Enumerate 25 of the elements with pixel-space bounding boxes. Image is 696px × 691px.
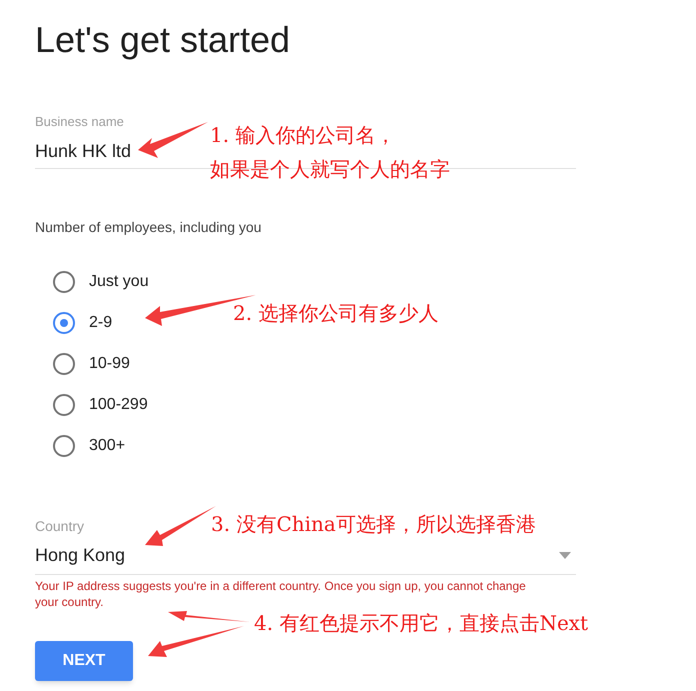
annotation-arrow (138, 122, 208, 158)
annotation-text: 3. 没有China可选择，所以选择香港 (211, 511, 536, 538)
radio-button[interactable] (53, 353, 75, 375)
radio-button[interactable] (53, 435, 75, 457)
next-button[interactable]: NEXT (35, 641, 133, 681)
field-label: Country (35, 518, 84, 534)
annotation-text: 2. 选择你公司有多少人 (233, 300, 438, 327)
page-title: Let's get started (35, 18, 290, 62)
radio-button[interactable] (53, 271, 75, 293)
radio-label: 2-9 (89, 313, 112, 333)
error-message: Your IP address suggests you're in a different country. Once you sign up, you cannot change your country. (35, 578, 527, 610)
field-label: Business name (35, 114, 124, 130)
radio-label: 100-299 (89, 395, 148, 415)
radio-button[interactable] (53, 394, 75, 416)
radio-label: Just you (89, 272, 149, 292)
question-label: Number of employees, including you (35, 218, 262, 237)
country-dropdown[interactable]: Hong Kong (35, 544, 576, 566)
radio-label: 10-99 (89, 354, 130, 374)
caret-icon (559, 552, 571, 558)
annotation-text: 4. 有红色提示不用它，直接点击Next (254, 611, 588, 635)
radio-label: 300+ (89, 436, 126, 456)
annotation-text: 1. 输入你的公司名， (210, 122, 396, 149)
business-name-field[interactable]: Hunk HK ltd (35, 140, 185, 162)
radio-button[interactable] (53, 312, 75, 334)
annotation-text: 如果是个人就写个人的名字 (210, 156, 450, 183)
